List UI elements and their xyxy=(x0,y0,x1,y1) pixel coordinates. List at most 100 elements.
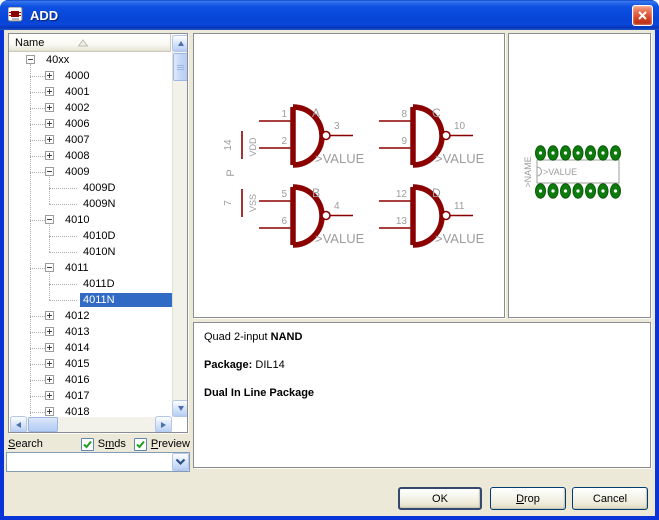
tree-item-4009[interactable]: 4009 xyxy=(10,164,172,180)
component-tree: Name 40xx4000400140024006400740084009400… xyxy=(8,33,188,433)
drop-button[interactable]: Drop xyxy=(490,487,566,510)
svg-text:12: 12 xyxy=(396,189,408,200)
tree-item-label: 4018 xyxy=(62,405,92,417)
tree-item-label: 4008 xyxy=(62,149,92,163)
tree-item-4014[interactable]: 4014 xyxy=(10,340,172,356)
package-preview: >NAME >VALUE xyxy=(508,33,651,318)
arrow-down-icon xyxy=(178,406,184,411)
tree-item-label: 4006 xyxy=(62,117,92,131)
tree-vertical-scrollbar[interactable] xyxy=(172,35,188,417)
tree-item-4009D[interactable]: 4009D xyxy=(10,180,172,196)
tree-item-4011[interactable]: 4011 xyxy=(10,260,172,276)
tree-item-label: 4001 xyxy=(62,85,92,99)
sort-ascending-icon xyxy=(78,39,88,47)
svg-text:A: A xyxy=(312,106,320,120)
svg-text:1: 1 xyxy=(281,109,287,120)
ok-button[interactable]: OK xyxy=(398,487,482,510)
horizontal-scroll-thumb[interactable] xyxy=(28,417,58,432)
tree-item-4012[interactable]: 4012 xyxy=(10,308,172,324)
preview-checkbox[interactable] xyxy=(134,438,147,451)
description-panel: Quad 2-input NAND Package: DIL14 Dual In… xyxy=(193,322,651,468)
window-title: ADD xyxy=(30,8,632,23)
tree-item-4013[interactable]: 4013 xyxy=(10,324,172,340)
svg-text:11: 11 xyxy=(454,201,465,212)
svg-text:>NAME: >NAME xyxy=(523,156,533,187)
tree-connector xyxy=(30,64,31,416)
smds-checkbox[interactable] xyxy=(81,438,94,451)
search-combobox[interactable] xyxy=(6,452,190,472)
tree-item-label: 4011D xyxy=(80,277,118,291)
tree-item-label: 4011N xyxy=(80,293,172,307)
svg-text:VSS: VSS xyxy=(248,194,258,212)
tree-item-4010D[interactable]: 4010D xyxy=(10,228,172,244)
svg-text:D: D xyxy=(432,186,441,200)
tree-item-label: 4015 xyxy=(62,357,92,371)
search-input[interactable] xyxy=(7,453,172,471)
tree-item-4011D[interactable]: 4011D xyxy=(10,276,172,292)
tree-rows: 40xx 4000 4001 4002 40064007400840094009D400… xyxy=(9,52,172,417)
svg-text:>VALUE: >VALUE xyxy=(543,167,577,177)
scroll-up-button[interactable] xyxy=(172,35,188,52)
tree-item-4015[interactable]: 4015 xyxy=(10,356,172,372)
tree-item-4001[interactable]: 4001 xyxy=(10,84,172,100)
tree-item-4018[interactable]: 4018 xyxy=(10,404,172,417)
combo-dropdown-button[interactable] xyxy=(172,453,189,471)
svg-text:>VALUE: >VALUE xyxy=(315,151,365,166)
tree-item-label: 4009N xyxy=(80,197,118,211)
svg-text:13: 13 xyxy=(396,216,408,227)
tree-item-4017[interactable]: 4017 xyxy=(10,388,172,404)
dil14-package-drawing: >NAME >VALUE xyxy=(509,34,650,317)
arrow-left-icon xyxy=(16,422,21,428)
title-bar[interactable]: ADD xyxy=(0,0,659,30)
scroll-left-button[interactable] xyxy=(10,416,27,433)
svg-text:6: 6 xyxy=(281,216,287,227)
scroll-right-button[interactable] xyxy=(155,416,172,433)
svg-text:>VALUE: >VALUE xyxy=(315,231,365,246)
description-line: Package: DIL14 xyxy=(204,359,640,372)
svg-text:3: 3 xyxy=(334,121,340,132)
tree-connector xyxy=(49,177,50,204)
tree-item-4002[interactable]: 4002 xyxy=(10,100,172,116)
arrow-up-icon xyxy=(178,41,184,46)
close-icon xyxy=(637,10,648,21)
tree-column-header-name[interactable]: Name xyxy=(9,34,171,52)
tree-item-4011N[interactable]: 4011N xyxy=(10,292,172,308)
tree-item-label: 4002 xyxy=(62,101,92,115)
preview-label[interactable]: Preview xyxy=(151,438,190,450)
scroll-down-button[interactable] xyxy=(172,400,188,417)
tree-item-4000[interactable]: 4000 xyxy=(10,68,172,84)
symbol-preview: 1 2 3 A >VALUE 5 6 4 B >VALUE 8 9 xyxy=(193,33,505,318)
search-row: Search Smds Preview xyxy=(8,436,190,452)
cancel-button[interactable]: Cancel xyxy=(572,487,648,510)
tree-item-label: 4012 xyxy=(62,309,92,323)
svg-text:9: 9 xyxy=(401,136,407,147)
tree-connector xyxy=(49,273,50,300)
tree-item-label: 40xx xyxy=(43,53,72,67)
tree-item-label: 4011 xyxy=(62,261,92,275)
tree-item-4007[interactable]: 4007 xyxy=(10,132,172,148)
tree-item-4010[interactable]: 4010 xyxy=(10,212,172,228)
vertical-scroll-thumb[interactable] xyxy=(173,53,188,81)
smds-label[interactable]: Smds xyxy=(98,438,126,450)
svg-text:5: 5 xyxy=(281,189,287,200)
tree-connector xyxy=(49,225,50,252)
tree-item-4008[interactable]: 4008 xyxy=(10,148,172,164)
tree-item-40xx[interactable]: 40xx xyxy=(10,52,172,68)
svg-text:C: C xyxy=(432,106,441,120)
tree-item-label: 4013 xyxy=(62,325,92,339)
svg-text:P: P xyxy=(225,169,237,176)
tree-item-4009N[interactable]: 4009N xyxy=(10,196,172,212)
tree-item-label: 4000 xyxy=(62,69,92,83)
description-line: Quad 2-input NAND xyxy=(204,331,640,344)
dialog-client-area: Name 40xx4000400140024006400740084009400… xyxy=(4,30,655,516)
tree-item-4006[interactable]: 4006 xyxy=(10,116,172,132)
svg-text:VDD: VDD xyxy=(248,137,258,157)
close-button[interactable] xyxy=(632,5,653,26)
tree-item-4010N[interactable]: 4010N xyxy=(10,244,172,260)
thumb-grip xyxy=(174,54,187,80)
tree-item-label: 4010D xyxy=(80,229,118,243)
tree-item-label: 4014 xyxy=(62,341,92,355)
tree-item-4016[interactable]: 4016 xyxy=(10,372,172,388)
check-icon xyxy=(135,439,146,450)
arrow-right-icon xyxy=(161,422,166,428)
